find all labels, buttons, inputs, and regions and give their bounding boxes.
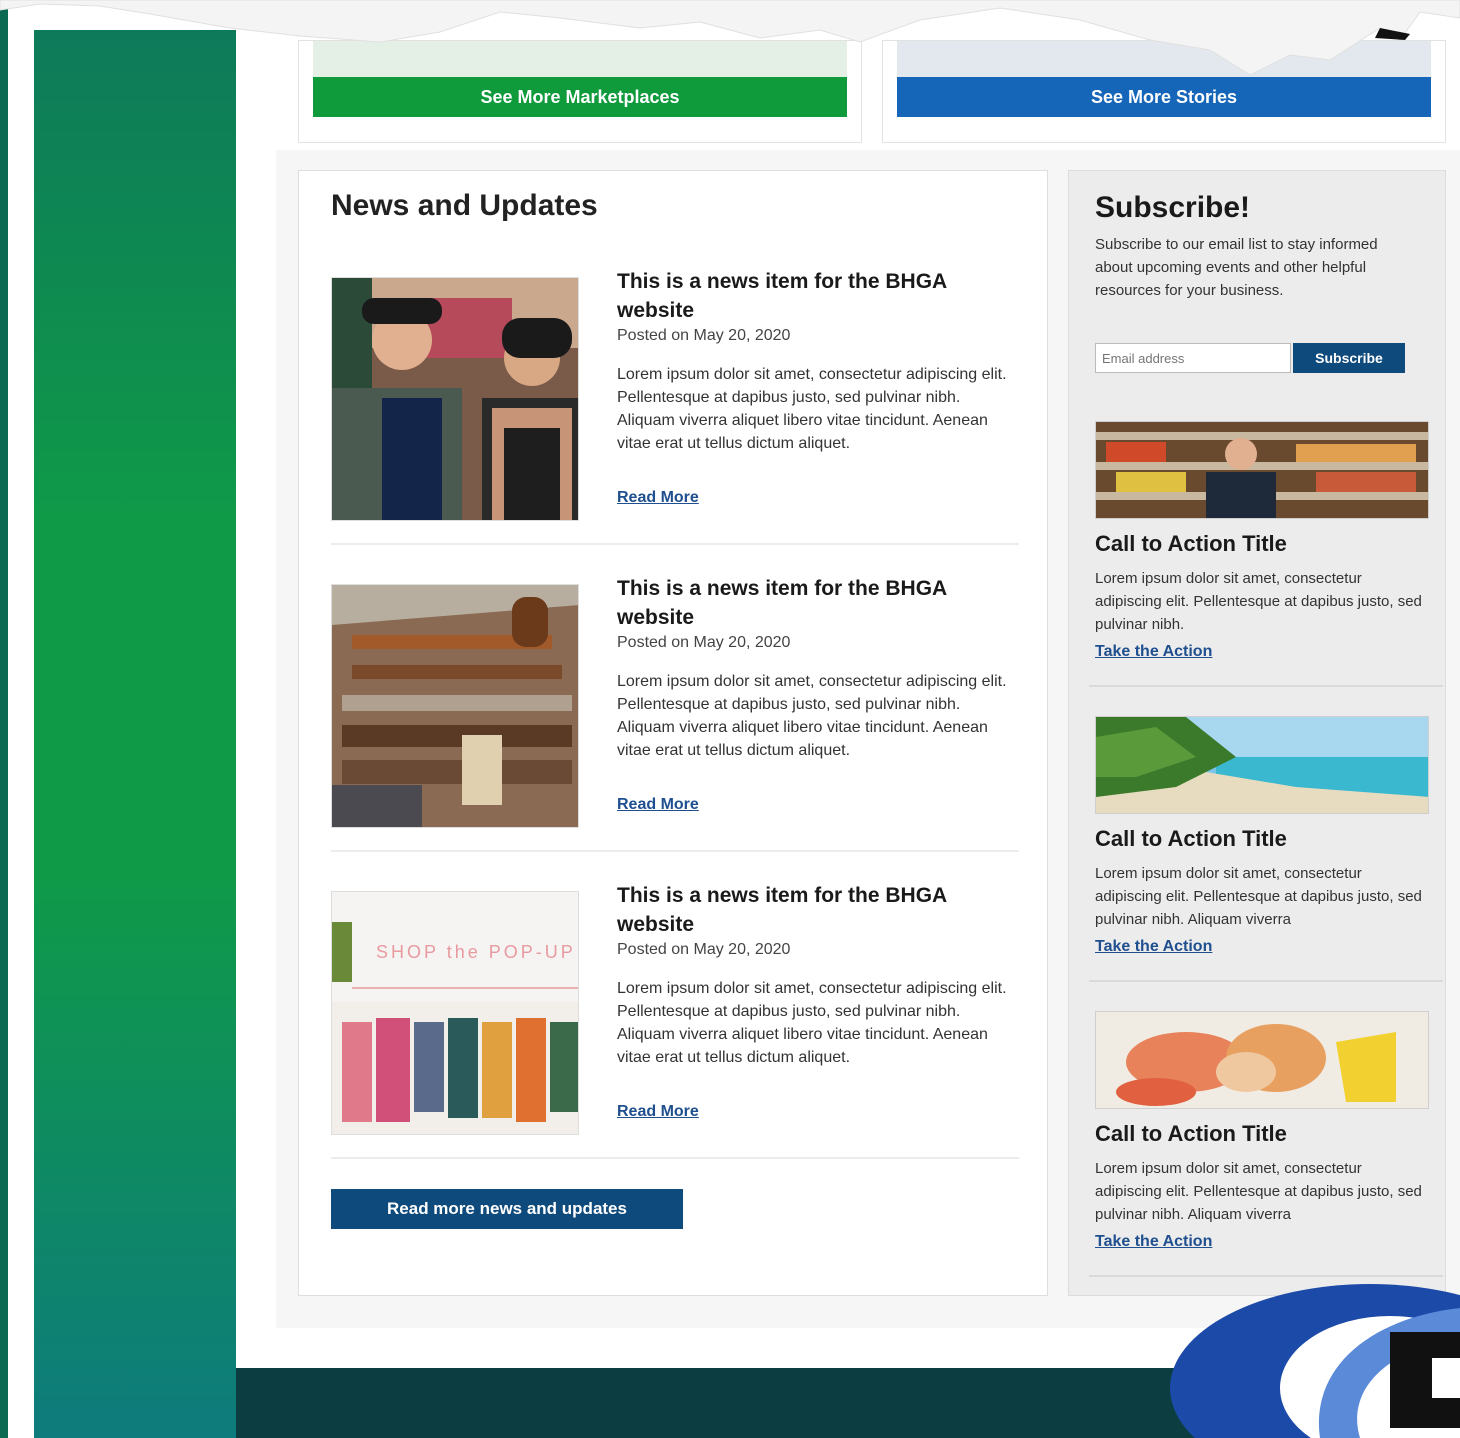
take-action-link[interactable]: Take the Action [1095, 1233, 1212, 1251]
news-item-title[interactable]: This is a news item for the BHGA website [617, 881, 947, 939]
news-item: This is a news item for the BHGA website… [331, 267, 1019, 545]
subscribe-button[interactable]: Subscribe [1293, 343, 1405, 373]
read-more-link[interactable]: Read More [617, 1103, 699, 1121]
news-item-title[interactable]: This is a news item for the BHGA website [617, 574, 947, 632]
cta-divider [1089, 980, 1443, 982]
news-thumbnail-popup[interactable]: SHOP the POP-UP [331, 891, 579, 1135]
news-panel: News and Updates This is a news item for… [298, 170, 1048, 1296]
news-item-excerpt: Lorem ipsum dolor sit amet, consectetur … [617, 673, 1007, 759]
read-more-link[interactable]: Read More [617, 489, 699, 507]
popup-sign-text: SHOP the POP-UP [376, 942, 576, 962]
take-action-link[interactable]: Take the Action [1095, 938, 1212, 956]
news-item-date: Posted on May 20, 2020 [617, 634, 791, 651]
read-more-news-button[interactable]: Read more news and updates [331, 1189, 683, 1229]
news-item-excerpt: Lorem ipsum dolor sit amet, consectetur … [617, 980, 1007, 1066]
news-divider [331, 543, 1019, 545]
cta-divider [1089, 685, 1443, 687]
cta-image-grocery[interactable] [1095, 421, 1429, 519]
brand-logo [1170, 1284, 1460, 1438]
take-action-link[interactable]: Take the Action [1095, 643, 1212, 661]
read-more-link[interactable]: Read More [617, 796, 699, 814]
cta-image-beach[interactable] [1095, 716, 1429, 814]
subscribe-intro: Subscribe to our email list to stay info… [1095, 236, 1378, 299]
news-thumbnail-couple[interactable] [331, 277, 579, 521]
cta-body: Lorem ipsum dolor sit amet, consectetur … [1095, 1160, 1422, 1223]
news-divider [331, 1157, 1019, 1159]
news-item-excerpt: Lorem ipsum dolor sit amet, consectetur … [617, 366, 1007, 452]
left-edge-strip [0, 0, 8, 1438]
cta-title: Call to Action Title [1095, 531, 1287, 556]
news-item-date: Posted on May 20, 2020 [617, 941, 791, 958]
news-item-date: Posted on May 20, 2020 [617, 327, 791, 344]
news-divider [331, 850, 1019, 852]
cta-divider [1089, 1275, 1443, 1277]
cta-body: Lorem ipsum dolor sit amet, consectetur … [1095, 570, 1422, 633]
news-heading: News and Updates [331, 189, 598, 222]
brand-side-panel [34, 30, 236, 1438]
news-item: SHOP the POP-UP This is a news item for … [331, 881, 1019, 1159]
news-item-title[interactable]: This is a news item for the BHGA website [617, 267, 947, 325]
news-item: This is a news item for the BHGA website… [331, 574, 1019, 852]
news-thumbnail-store[interactable] [331, 584, 579, 828]
email-input[interactable] [1095, 343, 1291, 373]
subscribe-heading: Subscribe! [1095, 191, 1251, 224]
cta-body: Lorem ipsum dolor sit amet, consectetur … [1095, 865, 1422, 928]
cta-title: Call to Action Title [1095, 826, 1287, 851]
torn-paper-edge [0, 0, 1460, 76]
cta-image-seafood[interactable] [1095, 1011, 1429, 1109]
subscribe-sidebar: Subscribe! Subscribe to our email list t… [1068, 170, 1446, 1296]
cta-title: Call to Action Title [1095, 1121, 1287, 1146]
